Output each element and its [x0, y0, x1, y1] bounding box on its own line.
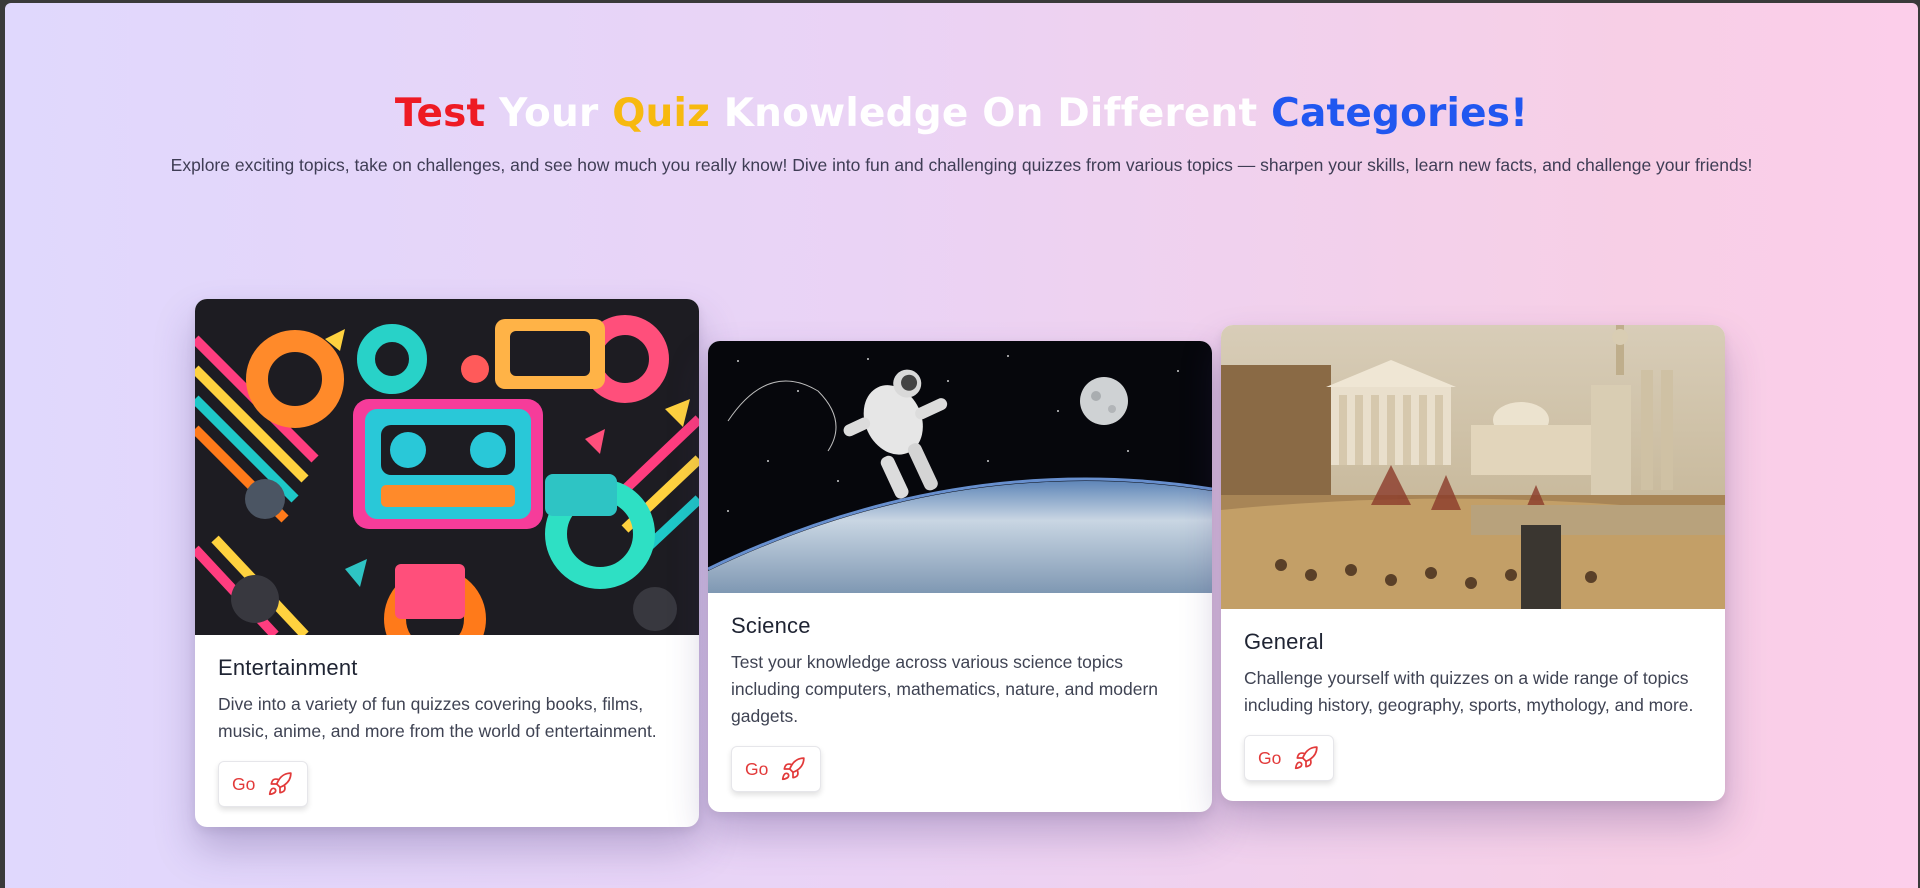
title-word-middle: Knowledge On Different [723, 91, 1258, 136]
rocket-icon [782, 757, 806, 781]
card-entertainment: Entertainment Dive into a variety of fun… [195, 299, 699, 827]
astronaut-space-illustration [708, 341, 1212, 593]
card-body-general: General Challenge yourself with quizzes … [1221, 609, 1725, 801]
card-description: Dive into a variety of fun quizzes cover… [218, 694, 657, 741]
rocket-icon [269, 772, 293, 796]
title-word-test: Test [394, 91, 486, 136]
page-title: Test Your Quiz Knowledge On Different Ca… [5, 89, 1918, 139]
card-title: Science [731, 613, 811, 638]
card-title: Entertainment [218, 655, 358, 680]
hero-section: Test Your Quiz Knowledge On Different Ca… [5, 89, 1918, 176]
card-body-science: Science Test your knowledge across vario… [708, 593, 1212, 812]
go-button-label: Go [1258, 747, 1282, 768]
card-image-entertainment [195, 299, 699, 635]
rocket-icon [1295, 746, 1319, 770]
title-word-quiz: Quiz [612, 91, 710, 136]
page-frame: Test Your Quiz Knowledge On Different Ca… [5, 3, 1918, 888]
card-description: Challenge yourself with quizzes on a wid… [1244, 668, 1694, 715]
title-word-your: Your [499, 91, 599, 136]
card-science: Science Test your knowledge across vario… [708, 341, 1212, 812]
go-button-general[interactable]: Go [1244, 735, 1335, 781]
card-image-science [708, 341, 1212, 593]
classical-city-painting [1221, 325, 1725, 609]
card-description: Test your knowledge across various scien… [731, 652, 1159, 726]
title-word-categories: Categories! [1271, 91, 1529, 136]
card-body-entertainment: Entertainment Dive into a variety of fun… [195, 635, 699, 827]
retro-pattern-illustration [195, 299, 699, 635]
go-button-science[interactable]: Go [731, 746, 822, 792]
go-button-label: Go [232, 773, 256, 794]
card-general: General Challenge yourself with quizzes … [1221, 325, 1725, 801]
page-subtitle: Explore exciting topics, take on challen… [170, 155, 1753, 175]
go-button-label: Go [745, 758, 769, 779]
card-title: General [1244, 629, 1324, 654]
go-button-entertainment[interactable]: Go [218, 761, 309, 807]
card-image-general [1221, 325, 1725, 609]
